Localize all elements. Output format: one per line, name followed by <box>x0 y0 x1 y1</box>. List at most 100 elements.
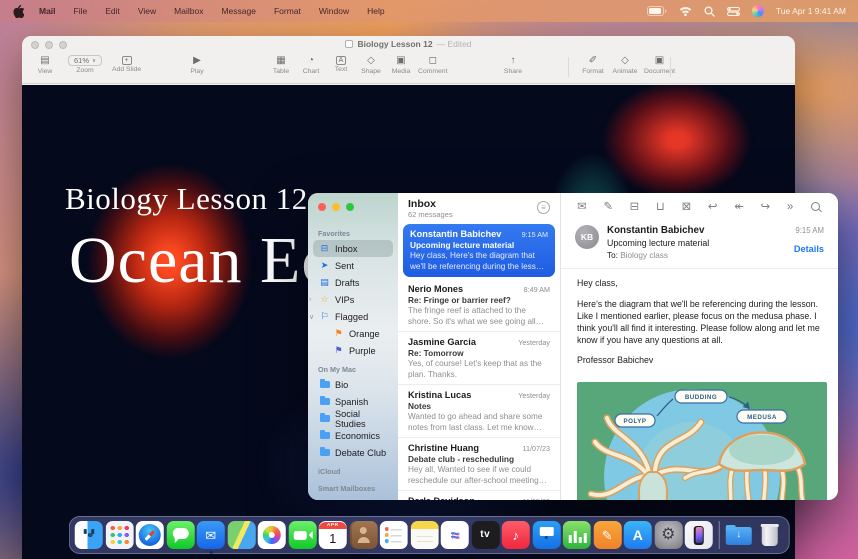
message-selected[interactable]: Konstantin Babichev9:15 AMUpcoming lectu… <box>403 224 555 277</box>
dock-freeform[interactable]: ≈ <box>441 521 469 549</box>
sidebar-item-social-studies[interactable]: Social Studies <box>313 410 393 427</box>
dock-safari[interactable] <box>136 521 164 549</box>
slide-kicker-text: Biology Lesson 12 <box>65 181 308 217</box>
filter-icon[interactable]: ≡ <box>537 201 550 214</box>
close-button[interactable] <box>31 41 39 49</box>
sidebar-item-flagged[interactable]: ∨⚐Flagged <box>313 308 393 325</box>
sidebar-item-economics[interactable]: Economics <box>313 427 393 444</box>
forward-icon[interactable]: ↪ <box>761 200 771 214</box>
dock-messages[interactable] <box>166 521 194 549</box>
dock-reminders[interactable] <box>380 521 408 549</box>
message-list-header: Inbox 62 messages ≡ <box>398 193 560 221</box>
menu-window[interactable]: Window <box>310 6 358 16</box>
message-preview: Wanted to go ahead and share some notes … <box>408 412 550 433</box>
menu-mail[interactable]: Mail <box>30 6 65 16</box>
keynote-toolbar-share[interactable]: ↑Share <box>500 54 526 75</box>
archive-icon[interactable]: ⊟ <box>630 200 640 214</box>
dock-calendar[interactable]: APR1 <box>319 521 347 549</box>
keynote-toolbar-media[interactable]: ▣Media <box>388 54 414 75</box>
keynote-toolbar-animate[interactable]: ◇Animate <box>612 54 638 75</box>
keynote-toolbar-chart[interactable]: ◔Chart <box>298 54 324 75</box>
keynote-toolbar-text[interactable]: AText <box>328 54 354 75</box>
menu-view[interactable]: View <box>129 6 165 16</box>
mail-traffic-lights[interactable] <box>318 203 354 211</box>
sidebar-item-vips[interactable]: ›☆VIPs <box>313 291 393 308</box>
zoom-button[interactable] <box>59 41 67 49</box>
keynote-toolbar-format[interactable]: ✐Format <box>580 54 606 75</box>
keynote-toolbar-zoom[interactable]: 61%∨Zoom <box>68 54 102 75</box>
message-row[interactable]: Nerio Mones8:49 AMRe: Fringe or barrier … <box>398 279 560 331</box>
close-button[interactable] <box>318 203 326 211</box>
sidebar-item-debate-club[interactable]: Debate Club <box>313 444 393 461</box>
details-link[interactable]: Details <box>794 244 824 254</box>
menu-help[interactable]: Help <box>358 6 393 16</box>
dock-downloads[interactable]: ↓ <box>725 521 753 549</box>
chevron-icon[interactable]: ∨ <box>309 313 314 321</box>
sidebar-item-spanish[interactable]: Spanish <box>313 393 393 410</box>
toolbar-label: Chart <box>303 68 320 75</box>
dock-trash[interactable] <box>755 521 783 549</box>
zoom-level-pill[interactable]: 61%∨ <box>68 55 102 66</box>
sidebar-item-bio[interactable]: Bio <box>313 376 393 393</box>
apple-menu-icon[interactable] <box>12 4 24 18</box>
toolbar-label: Play <box>190 68 203 75</box>
sidebar-item-inbox[interactable]: ⊟Inbox <box>313 240 393 257</box>
dock-launchpad[interactable] <box>105 521 133 549</box>
dock-appstore[interactable]: A <box>624 521 652 549</box>
minimize-button[interactable] <box>332 203 340 211</box>
reply-icon[interactable]: ↩ <box>708 200 718 214</box>
menu-edit[interactable]: Edit <box>96 6 129 16</box>
sidebar-item-label: Sent <box>335 261 354 271</box>
keynote-toolbar-view[interactable]: ▤View <box>32 54 58 75</box>
menu-mailbox[interactable]: Mailbox <box>165 6 212 16</box>
dock-contacts[interactable] <box>349 521 377 549</box>
keynote-toolbar-add-slide[interactable]: +Add Slide <box>112 54 141 75</box>
dock-numbers[interactable] <box>563 521 591 549</box>
get-mail-icon[interactable]: ✉ <box>577 200 587 214</box>
trash-icon[interactable]: ⊔ <box>656 200 665 214</box>
dock-finder[interactable] <box>75 521 103 549</box>
keynote-toolbar-comment[interactable]: ◻Comment <box>418 54 447 75</box>
dock-iphone[interactable] <box>685 521 713 549</box>
menu-file[interactable]: File <box>65 6 97 16</box>
minimize-button[interactable] <box>45 41 53 49</box>
reply-all-icon[interactable]: ↞ <box>734 200 744 214</box>
dock-maps[interactable] <box>227 521 255 549</box>
keynote-toolbar-table[interactable]: ▦Table <box>268 54 294 75</box>
menu-bar-clock[interactable]: Tue Apr 1 9:41 AM <box>776 6 846 16</box>
sidebar-item-sent[interactable]: ➤Sent <box>313 257 393 274</box>
dock-photos[interactable] <box>258 521 286 549</box>
message-row[interactable]: Christine Huang11/07/23Debate club - res… <box>398 437 560 490</box>
dock-keynote[interactable] <box>532 521 560 549</box>
junk-icon[interactable]: ⊠ <box>682 200 692 214</box>
sidebar-item-drafts[interactable]: ▤Drafts <box>313 274 393 291</box>
control-center-icon[interactable] <box>727 7 740 16</box>
dock-settings[interactable]: ⚙ <box>654 521 682 549</box>
message-row[interactable]: Kristina LucasYesterdayNotesWanted to go… <box>398 384 560 437</box>
wifi-icon[interactable] <box>679 6 692 16</box>
chevron-icon[interactable]: › <box>309 296 311 303</box>
menu-message[interactable]: Message <box>212 6 265 16</box>
sidebar-item-purple[interactable]: ⚑Purple <box>313 342 393 359</box>
message-row[interactable]: Darla Davidson11/05/23Tomorrow's classAs… <box>398 490 560 500</box>
dock-notes[interactable] <box>410 521 438 549</box>
keynote-toolbar-play[interactable]: ▶Play <box>184 54 210 75</box>
siri-icon[interactable] <box>752 5 764 17</box>
search-icon[interactable] <box>810 201 822 213</box>
keynote-toolbar-shape[interactable]: ◇Shape <box>358 54 384 75</box>
dock-pages[interactable]: ✎ <box>593 521 621 549</box>
medusa-label: MEDUSA <box>747 414 777 421</box>
sidebar-item-orange[interactable]: ⚑Orange <box>313 325 393 342</box>
dock-appletv[interactable]: tv <box>471 521 499 549</box>
compose-icon[interactable]: ✎ <box>603 200 613 214</box>
more-icon[interactable]: » <box>787 200 793 214</box>
message-row[interactable]: Jasmine GarciaYesterdayRe: TomorrowYes, … <box>398 331 560 384</box>
zoom-button[interactable] <box>346 203 354 211</box>
keynote-traffic-lights[interactable] <box>31 41 67 49</box>
dock-facetime[interactable] <box>288 521 316 549</box>
search-icon[interactable] <box>704 6 715 17</box>
dock-music[interactable]: ♪ <box>502 521 530 549</box>
menu-format[interactable]: Format <box>265 6 310 16</box>
dock-mail[interactable]: ✉ <box>197 521 225 549</box>
battery-icon[interactable] <box>647 6 667 16</box>
